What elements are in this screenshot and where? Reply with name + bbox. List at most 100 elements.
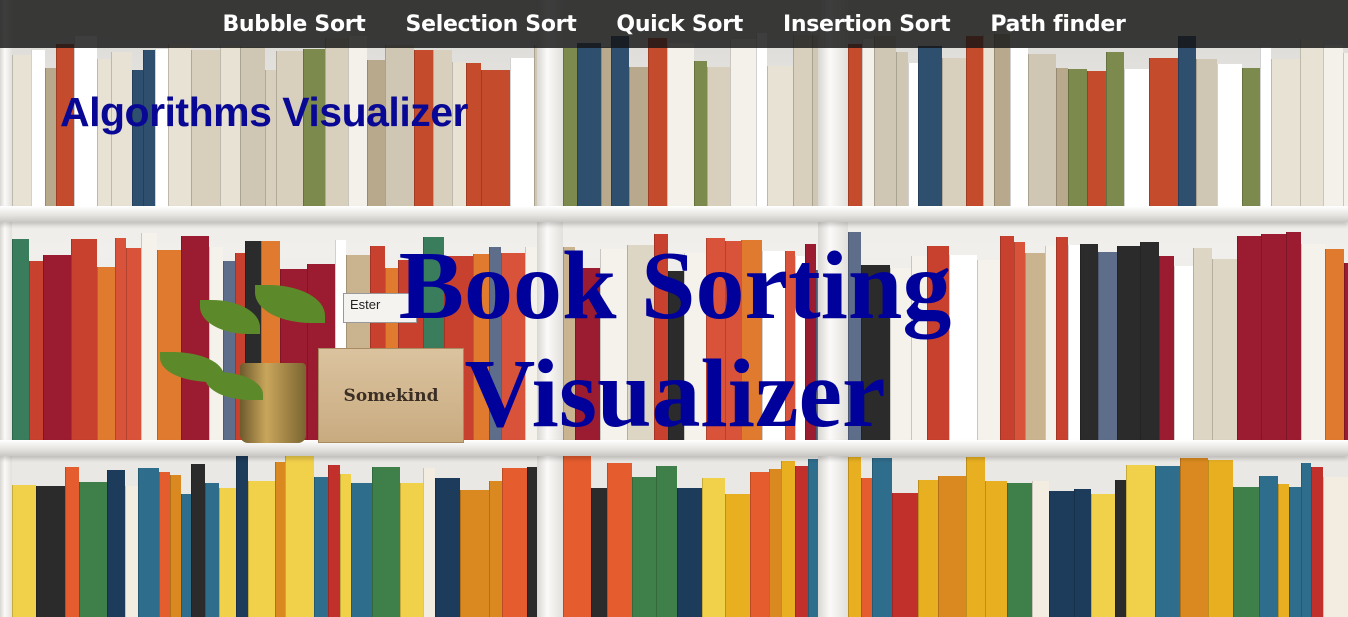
book-spine [1159,256,1174,440]
book-spine [138,468,159,617]
book-spine [181,236,209,440]
book-spine [966,457,985,617]
book-spine [1126,465,1155,617]
book-spine [1117,246,1140,440]
headline-line-2: Visualizer [464,340,886,448]
book-spine [31,50,45,206]
book-spine [750,472,769,617]
book-spine [1286,232,1301,440]
book-spine [756,33,767,206]
book-spine [1271,59,1300,206]
book-spine [1010,48,1028,206]
book-spine [1032,481,1049,617]
book-spine [767,66,793,206]
book-spine [1115,480,1126,617]
book-spine [629,67,648,206]
book-spine [1311,467,1323,617]
book-spine [1045,246,1056,440]
book-spine [983,35,994,206]
book-spine [1193,248,1212,440]
page-headline: Book Sorting Visualizer [340,232,1010,448]
book-spine [985,481,1007,617]
book-spine [1087,71,1106,206]
book-spine [648,38,667,206]
book-spine [125,486,138,617]
book-spine [12,55,31,206]
book-spine [181,494,191,617]
book-spine [848,457,861,617]
book-spine [918,46,942,206]
top-nav: Bubble Sort Selection Sort Quick Sort In… [0,0,1348,48]
book-spine [1323,45,1343,206]
book-spine [892,493,918,617]
book-spine [667,43,694,206]
book-spine [159,472,170,617]
plant-pot [240,363,306,443]
book-spine [466,63,481,206]
book-spine [1212,259,1237,440]
book-spine [563,455,591,617]
book-spine [1242,68,1260,206]
book-spine [157,250,181,440]
book-spine [248,481,275,617]
book-spine [372,467,400,617]
headline-line-1: Book Sorting [398,232,952,340]
book-spine [435,478,460,617]
book-spine [510,58,534,206]
book-spine [848,44,862,206]
book-spine [489,481,502,617]
book-spine [219,488,236,617]
book-spine [1196,59,1217,206]
book-spine [1098,252,1117,440]
book-spine [1091,494,1115,617]
book-spine [611,36,629,206]
book-spine [563,48,577,206]
book-spine [481,70,510,206]
book-spine [694,61,707,206]
book-spine [1056,68,1068,206]
nav-insertion-sort[interactable]: Insertion Sort [783,12,951,37]
book-spine [707,67,730,206]
book-spine [1049,491,1074,617]
nav-bubble-sort[interactable]: Bubble Sort [222,12,365,37]
book-spine [126,248,141,440]
book-spine [1124,69,1149,206]
book-spine [1028,54,1056,206]
book-spine [236,455,248,617]
book-spine [793,35,812,206]
book-spine [795,466,808,617]
book-spine [285,455,314,617]
book-spine [938,476,966,617]
nav-quick-sort[interactable]: Quick Sort [616,12,743,37]
book-spine [591,488,607,617]
book-spine [170,475,181,617]
book-spine [1080,244,1098,440]
book-spine [1149,58,1178,206]
book-spine [1140,242,1159,440]
book-spine [340,474,351,617]
book-spine [781,461,795,617]
book-spine [79,482,107,617]
nav-path-finder[interactable]: Path finder [990,12,1126,37]
book-spine [423,468,435,617]
book-spine [1056,237,1068,440]
book-spine [966,36,983,206]
book-spine [1261,234,1286,440]
book-spine [141,233,157,440]
book-spine [896,52,908,206]
book-spine [1260,47,1271,206]
book-spine [1068,245,1080,440]
book-spine [1289,487,1301,617]
book-spine [1323,477,1348,617]
book-spine [107,470,125,617]
book-spine [1278,484,1289,617]
book-spine [601,47,611,206]
book-spine [328,465,340,617]
book-spine [223,261,235,440]
book-spine [314,477,328,617]
book-spine [12,239,29,440]
book-spine [45,68,56,206]
shelf-post-left [0,0,12,617]
book-spine [872,458,892,617]
nav-selection-sort[interactable]: Selection Sort [406,12,577,37]
